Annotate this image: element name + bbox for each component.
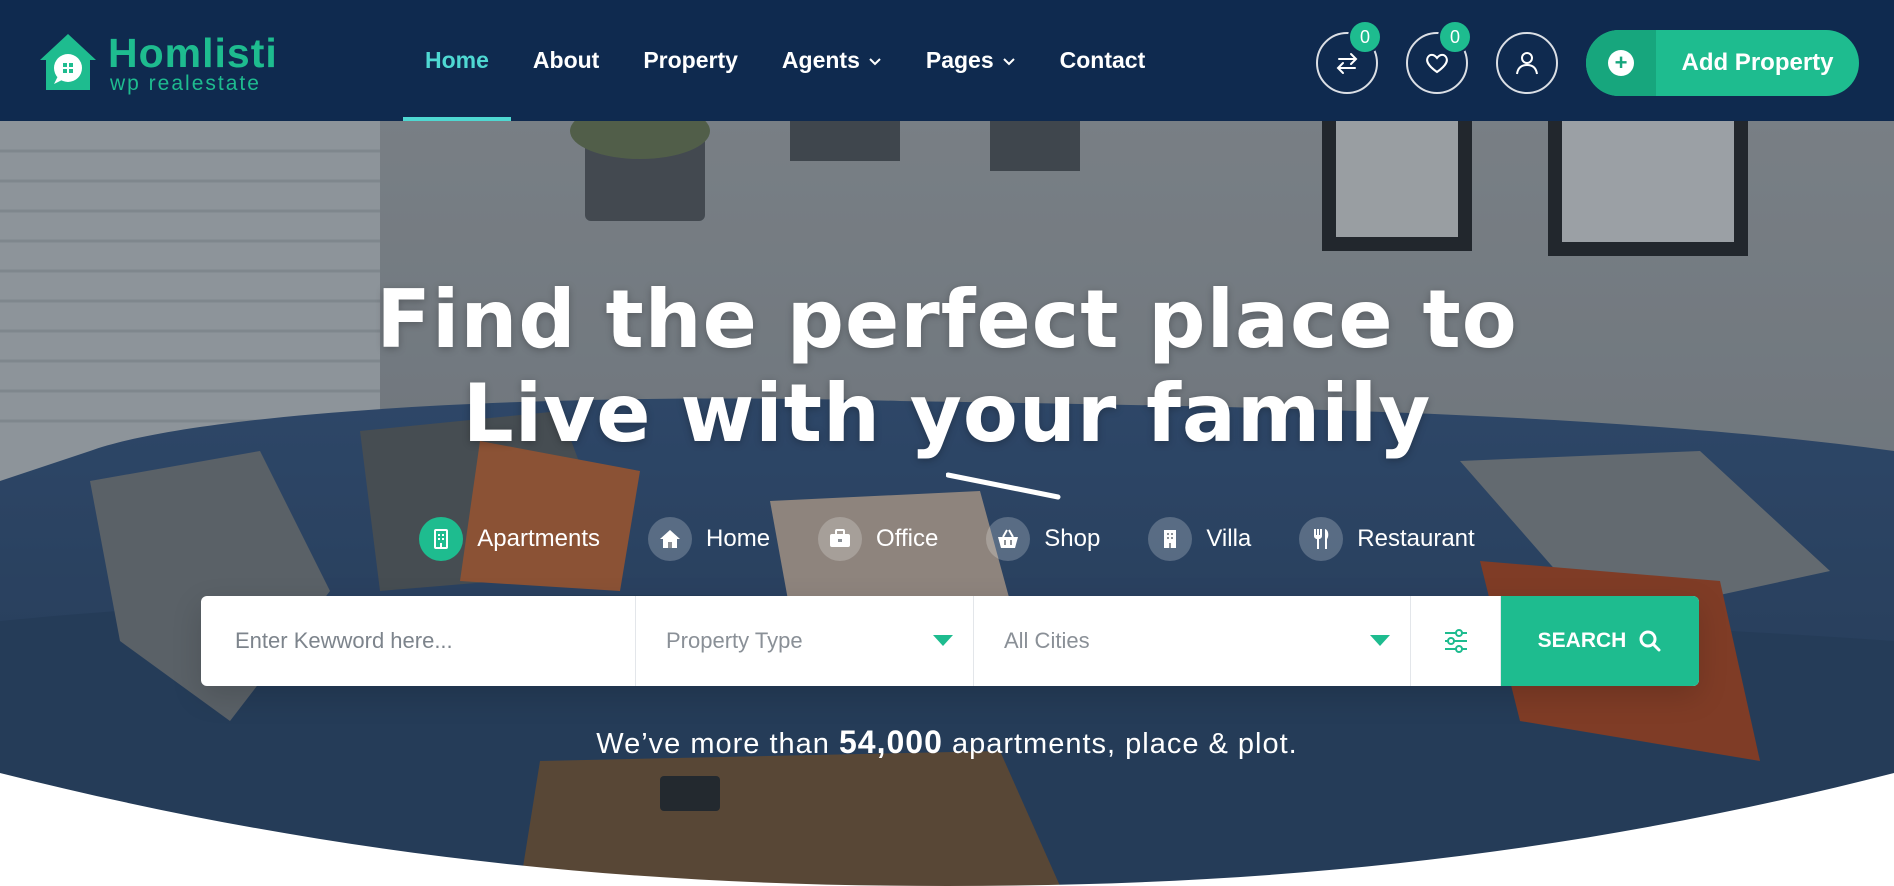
nav-contact[interactable]: Contact bbox=[1038, 0, 1168, 121]
hero-section: Find the perfect place to Live with your… bbox=[0, 121, 1894, 886]
category-shop[interactable]: Shop bbox=[986, 517, 1100, 561]
category-office[interactable]: Office bbox=[818, 517, 938, 561]
property-search-bar: Property Type All Cities SEARCH bbox=[201, 596, 1699, 686]
category-villa[interactable]: Villa bbox=[1148, 517, 1251, 561]
hero-headline-line1: Find the perfect place to bbox=[376, 273, 1518, 366]
nav-about-label: About bbox=[532, 47, 600, 73]
nav-agents-label: Agents bbox=[781, 47, 860, 73]
dropdown-triangle-icon bbox=[1370, 635, 1390, 646]
search-icon bbox=[1639, 630, 1661, 652]
add-property-label: Add Property bbox=[1681, 49, 1834, 76]
nav-pages-label: Pages bbox=[925, 47, 994, 73]
advanced-filter-button[interactable] bbox=[1411, 596, 1501, 686]
nav-property-label: Property bbox=[643, 47, 738, 73]
search-button-label: SEARCH bbox=[1537, 629, 1627, 652]
add-property-button[interactable]: + Add Property bbox=[1586, 30, 1859, 96]
compare-button[interactable]: 0 bbox=[1316, 20, 1382, 94]
property-type-value: Property Type bbox=[666, 628, 803, 653]
listing-count-statement: We’ve more than 54,000 apartments, place… bbox=[0, 724, 1894, 761]
dropdown-triangle-icon bbox=[933, 635, 953, 646]
category-apartments[interactable]: Apartments bbox=[419, 517, 600, 561]
briefcase-icon bbox=[818, 517, 863, 561]
hero-headline-line2: Live with your family bbox=[462, 367, 1432, 460]
plus-icon: + bbox=[1608, 50, 1634, 76]
wishlist-count-badge: 0 bbox=[1438, 20, 1472, 54]
cities-value: All Cities bbox=[1004, 628, 1090, 653]
nav-pages[interactable]: Pages bbox=[904, 0, 1038, 121]
category-label: Home bbox=[706, 525, 771, 552]
chevron-down-icon bbox=[869, 57, 881, 65]
house-icon bbox=[648, 517, 693, 561]
category-label: Apartments bbox=[477, 525, 601, 552]
site-header: Homlisti wp realestate Home About Proper… bbox=[0, 0, 1894, 121]
property-type-select[interactable]: Property Type bbox=[636, 596, 974, 686]
nav-about[interactable]: About bbox=[511, 0, 621, 121]
house-chat-logo-icon bbox=[40, 34, 96, 90]
nav-home-label: Home bbox=[425, 47, 489, 73]
brand-name: Homlisti bbox=[108, 30, 278, 76]
nav-agents[interactable]: Agents bbox=[760, 0, 904, 121]
category-label: Office bbox=[876, 525, 939, 552]
compare-count-badge: 0 bbox=[1348, 20, 1382, 54]
add-icon-wrap: + bbox=[1586, 30, 1656, 96]
property-category-tabs: Apartments Home Office Shop Villa Restau… bbox=[0, 514, 1894, 564]
basket-icon bbox=[986, 517, 1031, 561]
hero-bottom-curve bbox=[0, 773, 1894, 886]
category-label: Villa bbox=[1206, 525, 1252, 552]
compare-arrows-icon bbox=[1336, 53, 1358, 74]
site-logo[interactable]: Homlisti wp realestate bbox=[36, 30, 286, 96]
category-home[interactable]: Home bbox=[648, 517, 770, 561]
building-icon bbox=[419, 517, 464, 561]
wishlist-button[interactable]: 0 bbox=[1406, 20, 1472, 94]
nav-contact-label: Contact bbox=[1059, 47, 1146, 73]
stat-number: 54,000 bbox=[839, 724, 943, 760]
villa-icon bbox=[1148, 517, 1193, 561]
cities-select[interactable]: All Cities bbox=[974, 596, 1411, 686]
headline-underline-stroke bbox=[946, 472, 1061, 500]
keyword-field-wrap bbox=[201, 596, 636, 686]
nav-home[interactable]: Home bbox=[403, 0, 511, 121]
category-restaurant[interactable]: Restaurant bbox=[1299, 517, 1475, 561]
sliders-filter-icon bbox=[1444, 629, 1467, 653]
brand-tagline: wp realestate bbox=[110, 72, 261, 95]
nav-property[interactable]: Property bbox=[621, 0, 760, 121]
keyword-search-input[interactable] bbox=[235, 628, 615, 654]
user-icon bbox=[1516, 52, 1538, 75]
account-button[interactable] bbox=[1496, 32, 1558, 94]
chevron-down-icon bbox=[1002, 57, 1015, 65]
stat-suffix: apartments, place & plot. bbox=[951, 728, 1298, 760]
category-label: Shop bbox=[1044, 525, 1101, 552]
main-nav: Home About Property Agents Pages Contact bbox=[403, 0, 1167, 121]
search-button[interactable]: SEARCH bbox=[1501, 596, 1699, 686]
cutlery-icon bbox=[1299, 517, 1344, 561]
stat-prefix: We’ve more than bbox=[596, 728, 830, 760]
heart-icon bbox=[1426, 53, 1448, 74]
category-label: Restaurant bbox=[1357, 525, 1475, 552]
